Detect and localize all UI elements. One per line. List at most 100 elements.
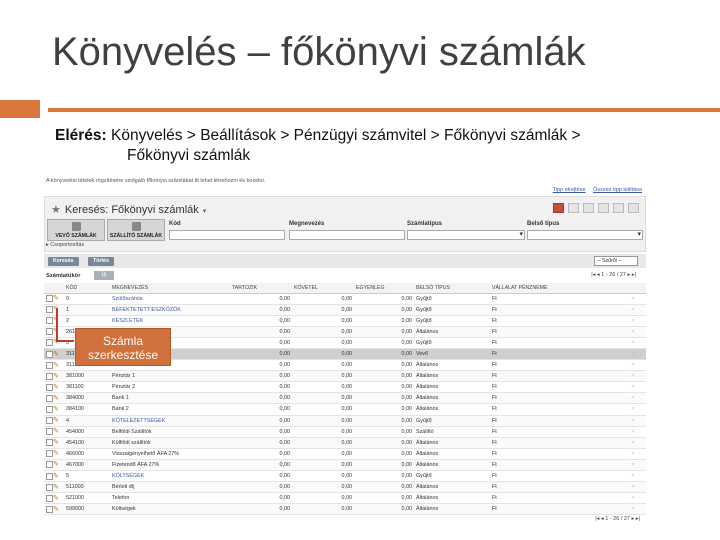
print-icon[interactable] (613, 203, 624, 213)
disable-tips-link[interactable]: Összes tipp letiltása (593, 187, 642, 193)
table-row[interactable]: ✎ 466000 Visszaigényelhető ÁFA 27% 0,00 0,00… (44, 448, 646, 460)
hide-tip-link[interactable]: Tipp elrejtése (553, 187, 586, 193)
pencil-icon[interactable]: ✎ (53, 395, 60, 402)
close-icon[interactable]: × (620, 448, 646, 460)
close-icon[interactable]: × (620, 337, 646, 349)
name-input[interactable] (289, 230, 405, 240)
table-row[interactable]: ✎ 2 KÉSZLETEK 0,00 0,00 0,00 Gyűjtő Ft × (44, 315, 646, 327)
row-checkbox[interactable] (46, 328, 53, 336)
customer-accounts-button[interactable]: VEVŐ SZÁMLÁK (47, 219, 105, 241)
star-icon[interactable]: ★ (51, 204, 61, 216)
code-input[interactable] (169, 230, 285, 240)
close-icon[interactable]: × (620, 470, 646, 483)
row-checkbox[interactable] (46, 472, 53, 480)
export-icon[interactable] (598, 203, 609, 213)
close-icon[interactable]: × (620, 359, 646, 372)
row-checkbox[interactable] (46, 295, 53, 303)
account-type-select[interactable] (407, 230, 525, 240)
close-icon[interactable]: × (620, 326, 646, 338)
close-icon[interactable]: × (620, 392, 646, 405)
pencil-icon[interactable]: ✎ (53, 428, 60, 435)
table-row[interactable]: ✎ 4 KÖTELEZETTSÉGEK 0,00 0,00 0,00 Gyűjtő Ft × (44, 415, 646, 427)
pager-bottom[interactable]: |◂ ◂ 1 - 26 / 27 ▸ ▸| (595, 516, 640, 522)
close-icon[interactable]: × (620, 426, 646, 438)
pencil-icon[interactable]: ✎ (53, 373, 60, 380)
table-row[interactable]: ✎ 384000 Bank 1 0,00 0,00 0,00 Általános Ft × (44, 392, 646, 405)
row-checkbox[interactable] (46, 494, 53, 502)
table-row[interactable]: ✎ 454100 Külföldi szállítók 0,00 0,00 0,00 Ált… (44, 437, 646, 449)
new-button[interactable]: Új (94, 271, 114, 280)
column-header-name[interactable]: MEGNEVEZÉS (110, 283, 230, 294)
table-row[interactable]: ✎ 1 BEFEKTETETT ESZKÖZÖK 0,00 0,00 0,00 Gyűjtő… (44, 304, 646, 316)
close-icon[interactable]: × (620, 459, 646, 472)
table-row[interactable]: ✎ 384100 Bank 2 0,00 0,00 0,00 Általános Ft × (44, 403, 646, 416)
row-checkbox[interactable] (46, 428, 53, 436)
column-header-credit[interactable]: KÖVETEL (292, 283, 354, 294)
filter-select[interactable]: -- Szűrői -- (594, 256, 638, 266)
close-icon[interactable]: × (620, 370, 646, 383)
grid-view-icon[interactable] (568, 203, 579, 213)
pencil-icon[interactable]: ✎ (53, 295, 60, 302)
table-row[interactable]: ✎ 0 Szülőszámla 0,00 0,00 0,00 Gyűjtő Ft × (44, 293, 646, 305)
close-icon[interactable]: × (620, 315, 646, 327)
column-header-code[interactable]: KÓD (64, 283, 110, 294)
row-checkbox[interactable] (46, 394, 53, 402)
close-icon[interactable]: × (620, 403, 646, 416)
pencil-icon[interactable]: ✎ (53, 450, 60, 457)
row-checkbox[interactable] (46, 439, 53, 447)
column-header-debit[interactable]: TARTOZIK (230, 283, 292, 294)
row-checkbox[interactable] (46, 339, 53, 347)
row-checkbox[interactable] (46, 361, 53, 369)
pencil-icon[interactable]: ✎ (53, 484, 60, 491)
list-view-icon[interactable] (553, 203, 564, 213)
table-row[interactable]: ✎ 511000 Bérleti díj 0,00 0,00 0,00 Általános F… (44, 481, 646, 494)
cell-name[interactable]: Szülőszámla (110, 293, 230, 305)
column-header-balance[interactable]: EGYENLEG (354, 283, 414, 294)
cell-name[interactable]: BEFEKTETETT ESZKÖZÖK (110, 304, 230, 316)
close-icon[interactable]: × (620, 348, 646, 361)
close-icon[interactable]: × (620, 381, 646, 394)
table-row[interactable]: ✎ 521000 Telefon 0,00 0,00 0,00 Általános Ft × (44, 492, 646, 505)
pencil-icon[interactable]: ✎ (53, 439, 60, 446)
settings-icon[interactable] (628, 203, 639, 213)
row-checkbox[interactable] (46, 350, 53, 358)
column-header-currency[interactable]: VÁLLALAT PÉNZNEME (490, 283, 620, 294)
pencil-icon[interactable]: ✎ (53, 461, 60, 468)
row-checkbox[interactable] (46, 372, 53, 380)
column-header-internal-type[interactable]: BELSŐ TÍPUS (414, 283, 490, 294)
row-checkbox[interactable] (46, 417, 53, 425)
pencil-icon[interactable]: ✎ (53, 506, 60, 513)
table-row[interactable]: ✎ 467000 Fizetendő ÁFA 27% 0,00 0,00 0,00 Álta… (44, 459, 646, 472)
table-row[interactable]: ✎ 454000 Belföldi Szállítók 0,00 0,00 0,00 Szá… (44, 426, 646, 438)
grouping-toggle[interactable]: ▸ Csoportosítás (46, 242, 84, 248)
table-row[interactable]: ✎ 381100 Pénztár 2 0,00 0,00 0,00 Általános Ft × (44, 381, 646, 394)
table-row[interactable]: ✎ 599000 Költségek 0,00 0,00 0,00 Általános Ft × (44, 503, 646, 516)
clear-button[interactable]: Törlés (88, 257, 114, 266)
internal-type-select[interactable] (527, 230, 643, 240)
pencil-icon[interactable]: ✎ (53, 417, 60, 424)
close-icon[interactable]: × (620, 304, 646, 316)
pencil-icon[interactable]: ✎ (53, 351, 60, 358)
close-icon[interactable]: × (620, 481, 646, 494)
table-row[interactable]: ✎ 5 KÖLTSÉGEK 0,00 0,00 0,00 Gyűjtő Ft × (44, 470, 646, 483)
close-icon[interactable]: × (620, 492, 646, 505)
pencil-icon[interactable]: ✎ (53, 384, 60, 391)
close-icon[interactable]: × (620, 437, 646, 449)
search-button[interactable]: Keresés (48, 257, 79, 266)
close-icon[interactable]: × (620, 415, 646, 427)
pencil-icon[interactable]: ✎ (53, 362, 60, 369)
row-checkbox[interactable] (46, 505, 53, 513)
chevron-down-icon[interactable]: ▾ (203, 208, 207, 215)
chart-view-icon[interactable] (583, 203, 594, 213)
pencil-icon[interactable]: ✎ (53, 495, 60, 502)
supplier-accounts-button[interactable]: SZÁLLÍTÓ SZÁMLÁK (107, 219, 165, 241)
pencil-icon[interactable]: ✎ (53, 406, 60, 413)
table-row[interactable]: ✎ 381000 Pénztár 1 0,00 0,00 0,00 Általános Ft × (44, 370, 646, 383)
row-checkbox[interactable] (46, 383, 53, 391)
cell-name[interactable]: KÉSZLETEK (110, 315, 230, 327)
row-checkbox[interactable] (46, 450, 53, 458)
pencil-icon[interactable]: ✎ (53, 473, 60, 480)
close-icon[interactable]: × (620, 293, 646, 305)
cell-name[interactable]: KÖTELEZETTSÉGEK (110, 415, 230, 427)
pager-top[interactable]: |◂ ◂ 1 - 26 / 27 ▸ ▸| (591, 272, 636, 278)
